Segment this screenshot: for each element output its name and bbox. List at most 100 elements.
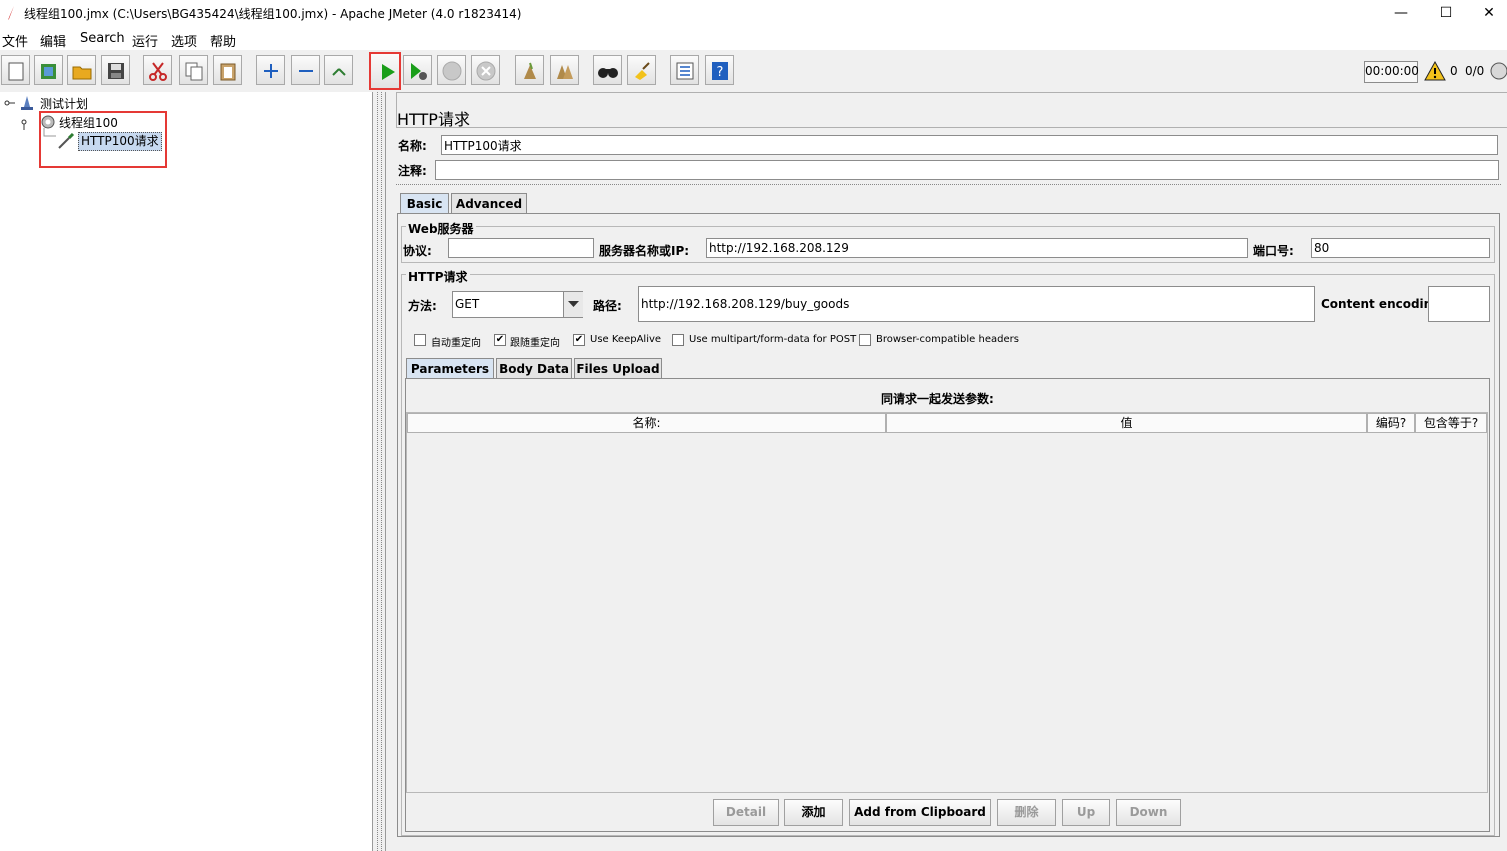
open-folder-icon (72, 66, 92, 80)
plus-icon (264, 64, 278, 78)
column-header-name[interactable]: 名称: (407, 413, 886, 433)
window-title: 线程组100.jmx (C:\Users\BG435424\线程组100.jmx… (24, 7, 522, 21)
browser-headers-checkbox[interactable] (859, 334, 871, 346)
function-helper-button[interactable] (670, 55, 699, 85)
panel-header (396, 92, 1507, 128)
parameters-heading: 同请求一起发送参数: (881, 392, 994, 406)
chevron-down-icon (568, 301, 579, 307)
collapse-strip[interactable] (396, 184, 1501, 187)
divider-grip (377, 92, 382, 851)
new-button[interactable] (1, 55, 30, 85)
tree-node-thread-group[interactable]: 线程组100 (59, 114, 118, 131)
redirect-auto-checkbox[interactable] (414, 334, 426, 346)
comment-label: 注释: (398, 164, 427, 178)
maximize-button[interactable]: ☐ (1423, 0, 1469, 27)
templates-icon (41, 64, 56, 79)
multipart-label: Use multipart/form-data for POST (689, 334, 857, 345)
start-button[interactable] (369, 52, 401, 90)
server-field[interactable] (706, 238, 1248, 258)
follow-redirects-checkbox[interactable]: ✔ (494, 334, 506, 346)
help-icon: ? (712, 62, 728, 80)
http-request-panel: HTTP请求 名称: 注释: Basic Advanced Web服务器 协议:… (386, 92, 1507, 851)
method-select[interactable]: GET (452, 291, 583, 318)
column-header-encode[interactable]: 编码? (1367, 413, 1415, 433)
menu-bar: 文件 编辑 Search 运行 选项 帮助 (0, 27, 1507, 50)
stop-icon (442, 61, 462, 81)
paste-icon (220, 63, 236, 81)
split-pane-divider[interactable] (373, 92, 386, 851)
web-server-section-label: Web服务器 (406, 220, 476, 237)
up-button[interactable]: Up (1062, 799, 1110, 826)
protocol-label: 协议: (403, 244, 432, 258)
add-button[interactable]: 添加 (784, 799, 843, 826)
menu-file[interactable]: 文件 (2, 31, 28, 50)
close-button[interactable]: ✕ (1466, 0, 1507, 27)
tab-body-data[interactable]: Body Data (496, 358, 572, 378)
cut-button[interactable] (143, 55, 172, 85)
port-label: 端口号: (1253, 244, 1294, 258)
tab-advanced[interactable]: Advanced (451, 193, 527, 213)
open-button[interactable] (67, 55, 96, 85)
keepalive-label: Use KeepAlive (590, 334, 662, 345)
multipart-checkbox[interactable] (672, 334, 684, 346)
copy-icon (185, 62, 203, 81)
detail-button[interactable]: Detail (713, 799, 779, 826)
parameters-table[interactable]: 名称: 值 编码? 包含等于? (406, 412, 1488, 793)
run-no-pause-icon (411, 63, 427, 80)
menu-run[interactable]: 运行 (132, 31, 158, 50)
tab-files-upload[interactable]: Files Upload (574, 358, 662, 378)
collapse-all-button[interactable] (291, 55, 320, 85)
menu-help[interactable]: 帮助 (210, 31, 236, 50)
clear-button[interactable] (515, 55, 544, 85)
toggle-button[interactable] (324, 55, 353, 85)
redirect-auto-label: 自动重定向 (431, 338, 481, 349)
keepalive-checkbox[interactable]: ✔ (573, 334, 585, 346)
test-plan-tree: 测试计划 线程组100 HTTP100请求 (0, 92, 373, 851)
port-field[interactable] (1311, 238, 1490, 258)
tree-node-http-sampler[interactable]: HTTP100请求 (78, 132, 162, 151)
shutdown-button[interactable] (471, 55, 500, 85)
protocol-field[interactable] (448, 238, 594, 258)
comment-field[interactable] (435, 160, 1499, 180)
delete-button[interactable]: 删除 (997, 799, 1056, 826)
name-label: 名称: (398, 139, 427, 153)
column-header-value[interactable]: 值 (886, 413, 1367, 433)
help-button[interactable]: ? (705, 55, 734, 85)
menu-search[interactable]: Search (80, 31, 125, 46)
path-field[interactable] (638, 286, 1315, 322)
copy-button[interactable] (179, 55, 208, 85)
search-button[interactable] (593, 55, 622, 85)
menu-options[interactable]: 选项 (171, 31, 197, 50)
templates-button[interactable] (34, 55, 63, 85)
run-play-icon (382, 64, 395, 80)
tab-basic[interactable]: Basic (400, 193, 449, 213)
column-header-include-equals[interactable]: 包含等于? (1415, 413, 1487, 433)
panel-title: HTTP请求 (397, 110, 470, 129)
elapsed-timer: 00:00:00 (1364, 61, 1419, 83)
name-field[interactable] (441, 135, 1498, 155)
paste-button[interactable] (213, 55, 242, 85)
minimize-button[interactable]: — (1378, 0, 1424, 27)
tree-toggle-thread-group[interactable] (20, 116, 40, 130)
start-no-pauses-button[interactable] (403, 55, 432, 85)
browser-headers-label: Browser-compatible headers (876, 334, 1019, 345)
menu-edit[interactable]: 编辑 (40, 31, 66, 50)
save-button[interactable] (101, 55, 130, 85)
stop-button[interactable] (437, 55, 466, 85)
reset-broom-icon (635, 62, 650, 80)
add-from-clipboard-button[interactable]: Add from Clipboard (849, 799, 991, 826)
tab-parameters[interactable]: Parameters (406, 358, 494, 378)
reset-search-button[interactable] (627, 55, 656, 85)
server-label: 服务器名称或IP: (599, 244, 690, 258)
down-button[interactable]: Down (1116, 799, 1181, 826)
content-encoding-field[interactable] (1428, 286, 1490, 322)
method-dropdown-button[interactable] (563, 292, 583, 317)
expand-all-button[interactable] (256, 55, 285, 85)
clear-all-button[interactable] (550, 55, 579, 85)
list-icon (676, 62, 694, 80)
minus-icon (299, 70, 313, 72)
warning-icon[interactable] (1424, 61, 1446, 81)
tree-node-test-plan[interactable]: 测试计划 (40, 95, 88, 112)
method-value: GET (455, 297, 480, 311)
http-request-section-label: HTTP请求 (406, 268, 470, 285)
